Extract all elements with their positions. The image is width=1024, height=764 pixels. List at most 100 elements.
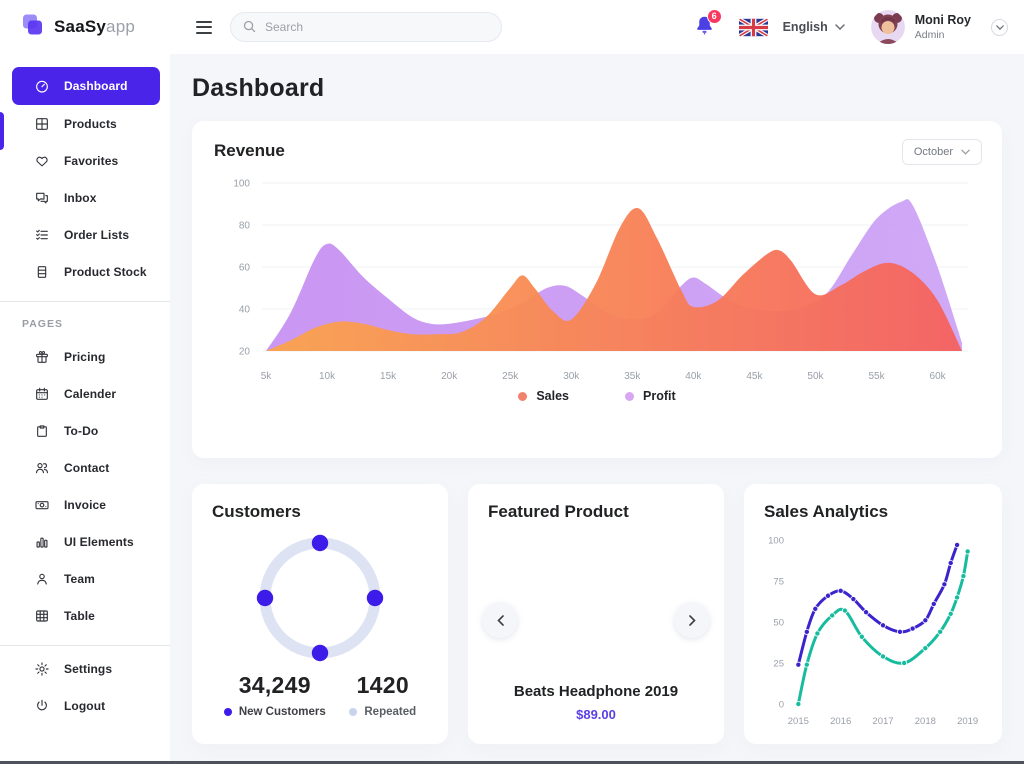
user-menu-chevron[interactable] — [991, 19, 1008, 36]
legend-item-profit: Profit — [625, 389, 676, 403]
chevron-right-icon — [689, 615, 696, 626]
sidebar-item-label: Settings — [64, 662, 112, 676]
sidebar-item-label: Favorites — [64, 154, 118, 168]
legend-dot — [625, 392, 634, 401]
uk-flag-icon — [739, 18, 768, 37]
calender-icon — [34, 386, 50, 402]
sidebar-item-pricing[interactable]: Pricing — [12, 339, 160, 375]
main-content: Dashboard Revenue October 204060801005k1… — [170, 54, 1024, 761]
product-stock-icon — [34, 264, 50, 280]
sidebar-section-heading: PAGES — [0, 306, 170, 338]
dashboard-icon — [34, 78, 50, 94]
customers-donut-chart — [212, 524, 428, 674]
sidebar-item-order-lists[interactable]: Order Lists — [12, 217, 160, 253]
svg-text:80: 80 — [239, 221, 251, 232]
user-info: Moni Roy Admin — [915, 13, 971, 41]
sales-analytics-svg: 025507510020152016201720182019 — [764, 528, 982, 732]
svg-text:2015: 2015 — [788, 716, 809, 727]
svg-text:15k: 15k — [380, 371, 397, 382]
team-icon — [34, 571, 50, 587]
brand[interactable]: SaaSyapp — [0, 12, 170, 43]
sidebar-item-label: UI Elements — [64, 535, 134, 549]
sidebar-item-invoice[interactable]: Invoice — [12, 487, 160, 523]
customers-donut-svg — [244, 524, 396, 674]
user-name: Moni Roy — [915, 13, 971, 29]
svg-text:2017: 2017 — [872, 716, 893, 727]
sidebar-item-label: Products — [64, 117, 117, 131]
user-menu[interactable]: Moni Roy Admin — [871, 10, 1008, 44]
sidebar-item-label: Dashboard — [64, 79, 128, 93]
revenue-legend: SalesProfit — [214, 389, 980, 403]
sidebar-item-label: To-Do — [64, 424, 98, 438]
svg-text:2019: 2019 — [957, 716, 978, 727]
language-selector[interactable]: English — [739, 18, 845, 37]
search-input[interactable] — [230, 12, 502, 42]
prev-product-button[interactable] — [482, 602, 518, 638]
svg-text:55k: 55k — [868, 371, 885, 382]
svg-text:60k: 60k — [930, 371, 947, 382]
sidebar-item-label: Contact — [64, 461, 109, 475]
svg-text:35k: 35k — [624, 371, 641, 382]
chevron-down-icon — [961, 149, 970, 155]
svg-text:50k: 50k — [807, 371, 824, 382]
sidebar-item-team[interactable]: Team — [12, 561, 160, 597]
chevron-down-icon — [996, 25, 1004, 30]
sidebar-section: PAGESPricing Calender To-Do Contact Invoice U… — [0, 301, 170, 645]
sidebar-item-label: Invoice — [64, 498, 106, 512]
sidebar-item-table[interactable]: Table — [12, 598, 160, 634]
sidebar-item-calender[interactable]: Calender — [12, 376, 160, 412]
product-price: $89.00 — [468, 707, 724, 722]
svg-text:20: 20 — [239, 347, 251, 358]
inbox-icon — [34, 190, 50, 206]
stat-new-customers: 34,249 New Customers — [224, 672, 326, 718]
sidebar-section: Settings Logout — [0, 645, 170, 735]
sidebar-item-product-stock[interactable]: Product Stock — [12, 254, 160, 290]
notification-badge: 6 — [707, 9, 722, 24]
next-product-button[interactable] — [674, 602, 710, 638]
products-icon — [34, 116, 50, 132]
customers-card-title: Customers — [212, 502, 428, 522]
svg-text:25k: 25k — [502, 371, 519, 382]
app-window: SaaSyapp 6 — [0, 0, 1024, 764]
search-icon — [242, 19, 257, 39]
svg-text:60: 60 — [239, 263, 251, 274]
svg-text:100: 100 — [768, 536, 784, 547]
repeated-dot — [349, 708, 357, 716]
header: SaaSyapp 6 — [0, 0, 1024, 54]
sidebar-item-settings[interactable]: Settings — [12, 651, 160, 687]
notifications-button[interactable]: 6 — [694, 14, 715, 41]
period-dropdown[interactable]: October — [902, 139, 982, 165]
legend-label: Profit — [643, 389, 676, 403]
svg-text:25: 25 — [773, 659, 784, 670]
invoice-icon — [34, 497, 50, 513]
logout-icon — [34, 698, 50, 714]
sidebar-item-logout[interactable]: Logout — [12, 688, 160, 724]
sidebar-item-dashboard[interactable]: Dashboard — [12, 67, 160, 105]
legend-dot — [518, 392, 527, 401]
svg-text:30k: 30k — [563, 371, 580, 382]
active-item-indicator — [0, 112, 4, 150]
sidebar-item-inbox[interactable]: Inbox — [12, 180, 160, 216]
sidebar-item-favorites[interactable]: Favorites — [12, 143, 160, 179]
sidebar-item-label: Logout — [64, 699, 105, 713]
new-customers-dot — [224, 708, 232, 716]
sidebar-item-products[interactable]: Products — [12, 106, 160, 142]
sidebar-item-to-do[interactable]: To-Do — [12, 413, 160, 449]
avatar — [871, 10, 905, 44]
menu-toggle-button[interactable] — [192, 17, 216, 38]
revenue-card-title: Revenue — [214, 141, 980, 161]
sidebar-item-contact[interactable]: Contact — [12, 450, 160, 486]
chevron-left-icon — [497, 615, 504, 626]
search — [230, 12, 502, 42]
svg-text:50: 50 — [773, 618, 784, 629]
sidebar-item-label: Calender — [64, 387, 116, 401]
svg-text:100: 100 — [233, 179, 250, 190]
revenue-card: Revenue October 204060801005k10k15k20k25… — [192, 121, 1002, 458]
sales-analytics-chart: 025507510020152016201720182019 — [764, 528, 982, 732]
sidebar: Dashboard Products Favorites Inbox Order Lis… — [0, 54, 170, 761]
revenue-chart-svg: 204060801005k10k15k20k25k30k35k40k45k50k… — [214, 175, 972, 387]
sidebar-item-label: Order Lists — [64, 228, 129, 242]
settings-icon — [34, 661, 50, 677]
svg-text:0: 0 — [779, 700, 784, 711]
sidebar-item-ui-elements[interactable]: UI Elements — [12, 524, 160, 560]
